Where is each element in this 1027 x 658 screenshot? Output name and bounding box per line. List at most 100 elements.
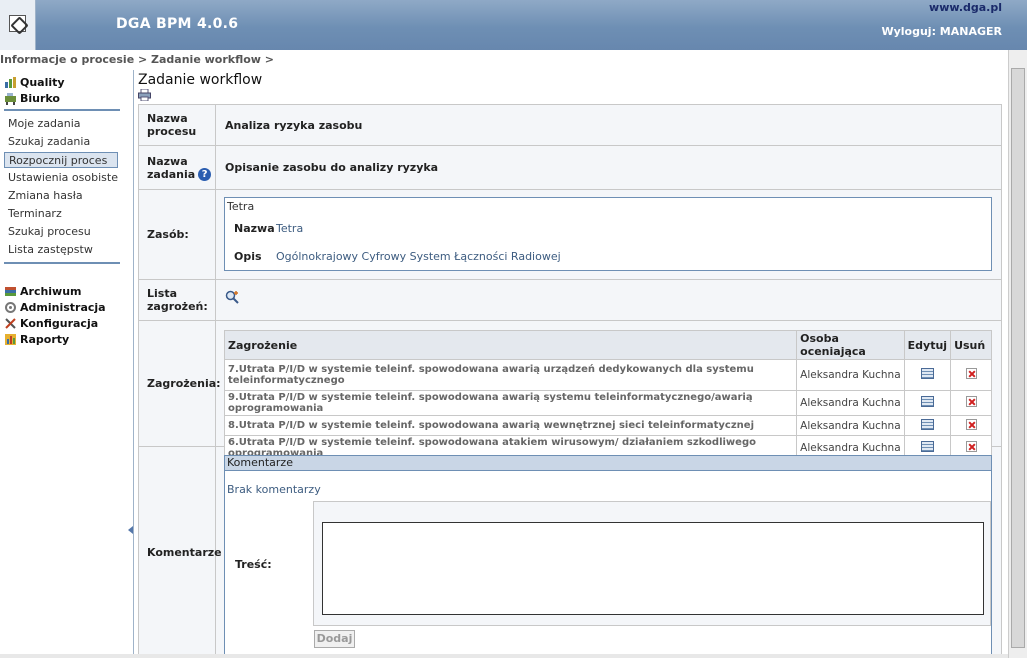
table-row: 9.Utrata P/I/D w systemie teleinf. spowo… bbox=[223, 390, 992, 416]
col-threat: Zagrożenie bbox=[223, 330, 798, 360]
site-link[interactable]: www.dga.pl bbox=[929, 1, 1002, 14]
content-panel bbox=[313, 501, 991, 626]
resource-desc-label: Opis bbox=[234, 250, 262, 263]
main-content: Zadanie workflow Nazwa procesu Analiza r… bbox=[135, 70, 1007, 658]
sidebar-item-szukaj-procesu[interactable]: Szukaj procesu bbox=[4, 223, 118, 241]
sidebar-item-rozpocznij-proces[interactable]: Rozpocznij proces bbox=[4, 152, 118, 168]
threat-list-value bbox=[216, 280, 1001, 320]
label-line: zadania bbox=[147, 167, 196, 181]
sidebar-top-groups: Quality Biurko bbox=[4, 74, 65, 106]
threat-cell: 7.Utrata P/I/D w systemie teleinf. spowo… bbox=[223, 359, 798, 391]
delete-icon[interactable] bbox=[965, 396, 977, 407]
search-add-icon[interactable] bbox=[225, 290, 239, 304]
edit-cell bbox=[903, 390, 952, 416]
sidebar-group-label: Administracja bbox=[20, 300, 106, 314]
logo[interactable] bbox=[0, 0, 36, 50]
label-line: Nazwa bbox=[147, 112, 188, 125]
sidebar-group-label: Konfiguracja bbox=[20, 316, 99, 330]
vertical-scrollbar[interactable] bbox=[1008, 50, 1027, 658]
app-title: DGA BPM 4.0.6 bbox=[116, 16, 239, 32]
add-comment-button[interactable]: Dodaj bbox=[314, 630, 355, 648]
comments-label: Komentarze bbox=[139, 447, 222, 657]
logout-link[interactable]: Wyloguj: MANAGER bbox=[881, 25, 1002, 38]
row-task-name: Nazwa zadania ? Opisanie zasobu do anali… bbox=[139, 146, 1001, 190]
process-name-value: Analiza ryzyka zasobu bbox=[225, 118, 363, 132]
sidebar-item-terminarz[interactable]: Terminarz bbox=[4, 205, 118, 223]
sidebar-divider bbox=[4, 262, 120, 264]
sidebar-group-archiwum[interactable]: Archiwum bbox=[4, 283, 106, 299]
archive-icon bbox=[4, 285, 17, 298]
threat-cell: 9.Utrata P/I/D w systemie teleinf. spowo… bbox=[223, 390, 798, 416]
admin-icon bbox=[4, 301, 17, 314]
edit-icon[interactable] bbox=[920, 396, 934, 407]
table-row: 8.Utrata P/I/D w systemie teleinf. spowo… bbox=[223, 415, 992, 436]
threats-value: Zagrożenie Osoba oceniająca Edytuj Usuń … bbox=[216, 321, 1001, 461]
page-title: Zadanie workflow bbox=[138, 72, 263, 88]
edit-icon[interactable] bbox=[920, 418, 934, 430]
resource-box: Tetra Nazwa Tetra Opis Ogólnokrajowy Cyf… bbox=[224, 197, 992, 271]
delete-icon[interactable] bbox=[965, 418, 977, 430]
label-line: Nazwa bbox=[147, 154, 188, 168]
col-delete: Usuń bbox=[950, 330, 992, 360]
sidebar-item-moje-zadania[interactable]: Moje zadania bbox=[4, 115, 118, 133]
edit-cell bbox=[903, 415, 952, 436]
row-process-name: Nazwa procesu Analiza ryzyka zasobu bbox=[139, 105, 1001, 146]
sidebar-group-label: Biurko bbox=[20, 91, 60, 105]
delete-cell bbox=[950, 390, 992, 416]
sidebar-item-ustawienia-osobiste[interactable]: Ustawienia osobiste bbox=[4, 169, 118, 187]
row-comments: Komentarze Komentarze Brak komentarzy Tr… bbox=[139, 447, 1001, 657]
sidebar-bottom-groups: Archiwum Administracja Konfiguracja Rapo… bbox=[4, 283, 106, 347]
comments-box-title: Komentarze bbox=[225, 456, 991, 471]
sidebar-group-label: Raporty bbox=[20, 332, 70, 346]
sidebar-group-raporty[interactable]: Raporty bbox=[4, 331, 106, 347]
resource-name-row: Nazwa Tetra bbox=[234, 222, 303, 235]
label-line: zagrożeń: bbox=[147, 300, 208, 313]
delete-cell bbox=[950, 359, 992, 391]
resource-name-label: Nazwa bbox=[234, 222, 275, 235]
sidebar-group-biurko[interactable]: Biurko bbox=[4, 90, 65, 106]
sidebar-group-administracja[interactable]: Administracja bbox=[4, 299, 106, 315]
person-cell: Aleksandra Kuchna bbox=[796, 390, 905, 416]
scrollbar-thumb[interactable] bbox=[1011, 68, 1025, 648]
print-icon[interactable] bbox=[138, 88, 151, 102]
quality-icon bbox=[4, 76, 17, 89]
person-cell: Aleksandra Kuchna bbox=[796, 359, 905, 391]
resource-legend: Tetra bbox=[227, 200, 255, 213]
comment-textarea[interactable] bbox=[322, 522, 984, 615]
comments-box: Komentarze Brak komentarzy Treść: Dodaj bbox=[224, 455, 992, 655]
sidebar-collapse-arrow-icon[interactable] bbox=[128, 526, 133, 534]
workflow-form: Nazwa procesu Analiza ryzyka zasobu Nazw… bbox=[138, 104, 1002, 658]
tools-icon bbox=[4, 317, 17, 330]
table-row: 7.Utrata P/I/D w systemie teleinf. spowo… bbox=[223, 359, 992, 391]
threat-cell: 8.Utrata P/I/D w systemie teleinf. spowo… bbox=[223, 415, 798, 436]
reports-icon bbox=[4, 333, 17, 346]
help-icon[interactable]: ? bbox=[198, 167, 212, 181]
comments-value: Komentarze Brak komentarzy Treść: Dodaj bbox=[216, 447, 1001, 657]
threats-header-row: Zagrożenie Osoba oceniająca Edytuj Usuń bbox=[223, 330, 992, 360]
sidebar-item-zmiana-hasla[interactable]: Zmiana hasła bbox=[4, 187, 118, 205]
sidebar-group-konfiguracja[interactable]: Konfiguracja bbox=[4, 315, 106, 331]
col-edit: Edytuj bbox=[903, 330, 952, 360]
col-person: Osoba oceniająca bbox=[796, 330, 905, 360]
row-threats: Zagrożenia: Zagrożenie Osoba oceniająca … bbox=[139, 321, 1001, 461]
threat-list-label: Lista zagrożeń: bbox=[139, 280, 216, 320]
sidebar-item-lista-zastepstw[interactable]: Lista zastępstw bbox=[4, 241, 118, 259]
sidebar: Quality Biurko Moje zadania Szukaj zadan… bbox=[0, 70, 134, 658]
resource-desc-row: Opis Ogólnokrajowy Cyfrowy System Łączno… bbox=[234, 250, 561, 263]
task-name-label: Nazwa zadania ? bbox=[139, 146, 216, 189]
app-logo-icon bbox=[9, 15, 26, 32]
breadcrumb[interactable]: Informacje o procesie > Zadanie workflow… bbox=[0, 53, 274, 66]
desk-icon bbox=[4, 92, 17, 105]
edit-icon[interactable] bbox=[920, 368, 934, 379]
process-name-label: Nazwa procesu bbox=[139, 105, 216, 145]
task-name-value: Opisanie zasobu do analizy ryzyka bbox=[225, 161, 439, 174]
sidebar-group-label: Archiwum bbox=[20, 284, 82, 298]
threats-table: Zagrożenie Osoba oceniająca Edytuj Usuń … bbox=[223, 330, 992, 461]
sidebar-item-szukaj-zadania[interactable]: Szukaj zadania bbox=[4, 133, 118, 151]
delete-icon[interactable] bbox=[965, 368, 977, 379]
label-line: Lista bbox=[147, 287, 178, 300]
sidebar-group-label: Quality bbox=[20, 75, 65, 89]
resource-name-value: Tetra bbox=[276, 222, 304, 235]
delete-cell bbox=[950, 415, 992, 436]
sidebar-group-quality[interactable]: Quality bbox=[4, 74, 65, 90]
